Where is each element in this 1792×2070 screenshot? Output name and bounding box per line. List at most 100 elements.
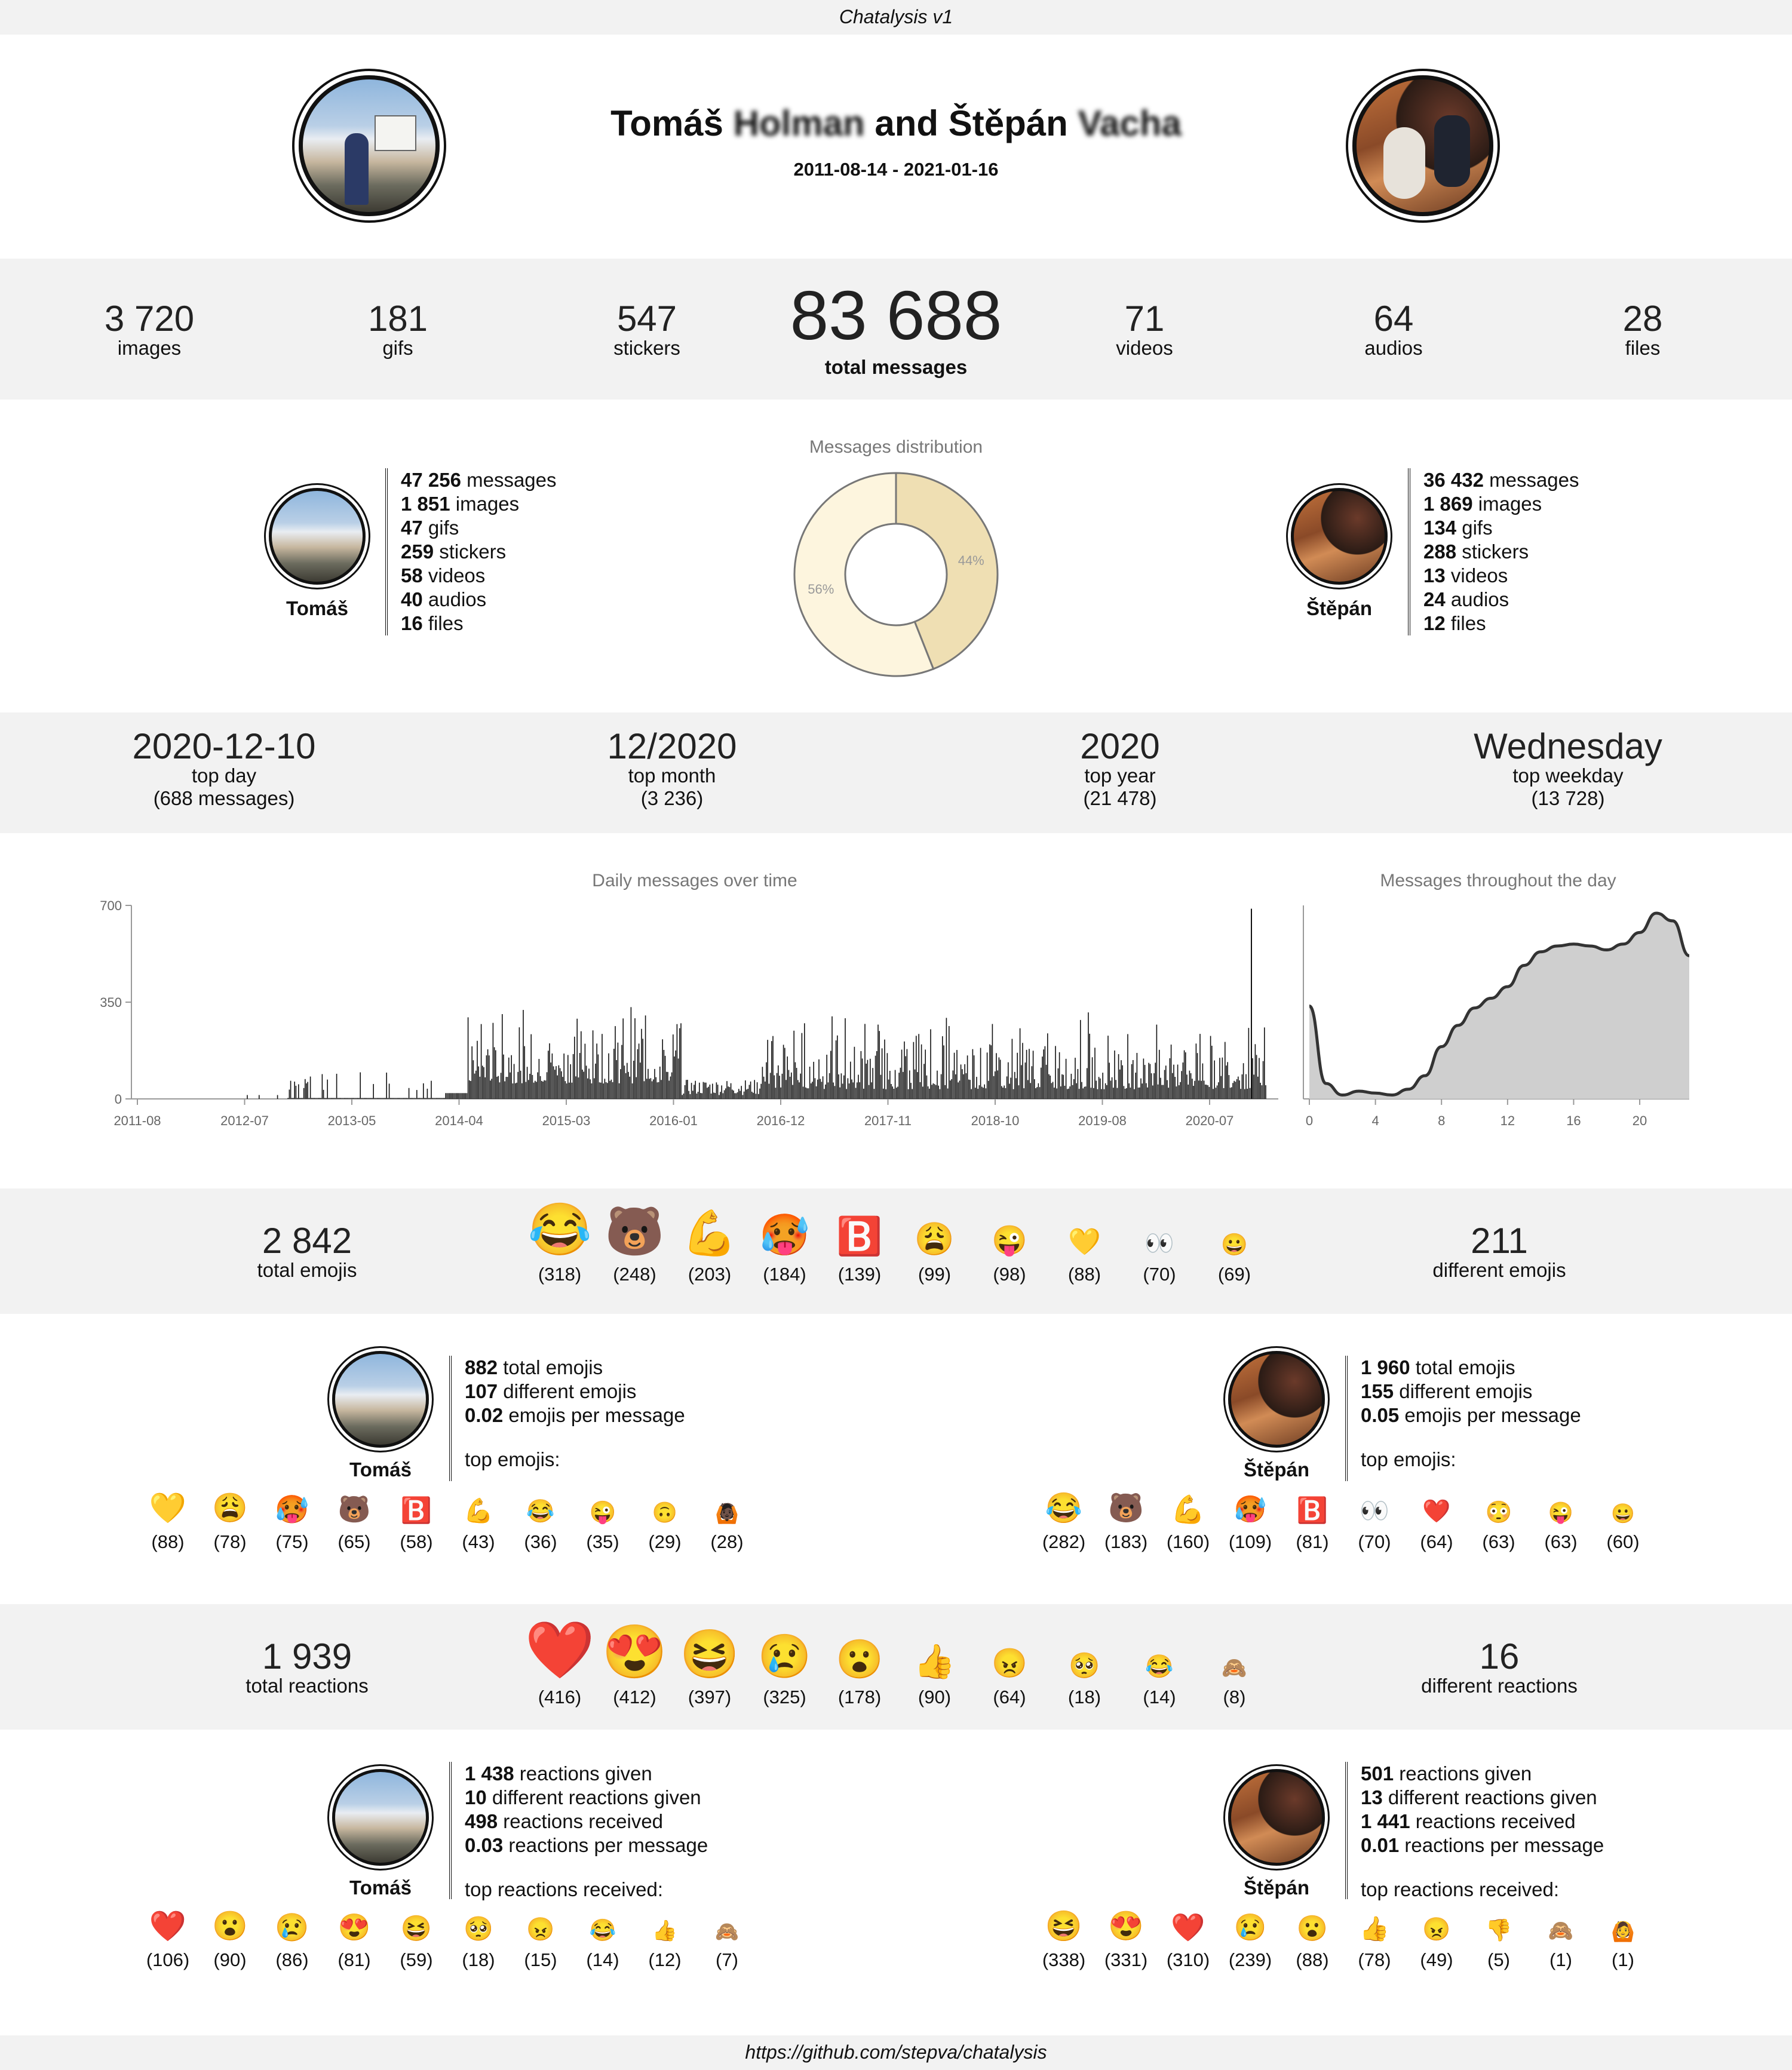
daily-bar [942,1036,943,1099]
user-b-emoji-name: Štěpán [1243,1458,1310,1481]
daily-bar [296,1098,298,1099]
user-b-emoji-per-msg: 0.05 emojis per message [1361,1404,1581,1426]
reaction-top-item: 😠 (64) [992,1622,1027,1708]
daily-bar [1244,1089,1245,1099]
daily-bar [662,1039,663,1099]
top-weekday-label: top weekday [1512,764,1624,787]
daily-bar [407,1098,409,1099]
user-a-emoji-emoji-icon: 😂 [526,1499,555,1524]
daily-bar [397,1098,398,1099]
daily-bar [450,1093,452,1099]
reaction-top-count: (90) [918,1687,952,1707]
daily-bar [1144,1065,1146,1099]
total-gifs-value: 181 [367,299,428,339]
daily-bar [653,1079,654,1099]
total-gifs-label: gifs [382,337,413,359]
daily-bar [1056,1088,1057,1099]
daily-bar [441,1098,443,1099]
daily-bar [462,1093,464,1099]
reaction-top-item: 🥺 (18) [1068,1622,1101,1708]
daily-bar [483,1067,484,1099]
reaction-top-item: ❤️ (416) [524,1622,594,1708]
daily-bar [546,1072,548,1099]
user-b-reactions-given: 501 reactions given [1361,1762,1532,1785]
user-b-reaction-count: (338) [1042,1949,1086,1970]
daily-bar [609,1080,610,1099]
daily-bar [956,1050,958,1099]
daily-bar [404,1098,406,1099]
daily-bar [617,1042,619,1099]
emoji-top-item: 😜 (98) [992,1204,1027,1285]
daily-bar [1011,1039,1013,1099]
daily-bar [1041,1067,1042,1099]
user-a-emoji-item: 🙃 (29) [648,1493,681,1553]
daily-bar [947,1088,949,1099]
daily-bar [756,1082,758,1099]
daily-bar [965,1073,967,1099]
daily-bar [584,1043,586,1099]
daily-bar [344,1098,345,1099]
daily-bar [1072,1085,1073,1099]
daily-bar [1014,1071,1015,1099]
emoji-top-item: 😀 (69) [1218,1204,1251,1285]
daily-bar [980,1048,981,1099]
daily-bar [388,1083,390,1099]
user-a-reaction-emoji-icon: 🙈 [715,1921,739,1942]
daily-bar [916,1036,917,1099]
daily-bar [496,1076,498,1099]
daily-bar [320,1098,321,1099]
total-files-label: files [1625,337,1661,359]
daily-bar [478,1066,479,1099]
daily-bar [445,1093,446,1099]
daily-bar [1050,1075,1051,1099]
daily-bar [697,1092,699,1099]
daily-bar [1006,1076,1008,1099]
daily-bar [737,1092,738,1099]
daily-bar [783,1045,784,1099]
daily-bar [1179,1085,1180,1099]
reaction-top-item: 😢 (325) [758,1622,812,1708]
daily-bar [1127,1034,1128,1099]
daily-bar [486,1055,487,1099]
daily-bar [826,1054,827,1099]
daily-bar [1177,1064,1179,1099]
user-b-emoji-count: (81) [1296,1531,1329,1552]
daily-bar [1017,1052,1018,1099]
daily-bar [1103,1089,1105,1099]
daily-bar [714,1093,716,1099]
daily-bar [689,1094,691,1099]
daily-bar [395,1098,397,1099]
daily-bar [719,1095,720,1099]
daily-bar [1115,1080,1116,1099]
user-b-images: 1 869 images [1423,493,1542,515]
donut-label-1: 44% [958,553,984,568]
user-a-reaction-count: (81) [337,1949,371,1970]
daily-bar [872,1068,873,1099]
daily-bar [391,1098,392,1099]
total-audios-label: audios [1364,337,1423,359]
user-a-emoji-emoji-icon: 🙃 [652,1501,678,1524]
daily-bar [328,1098,330,1099]
daily-bar [507,1077,508,1099]
daily-bar [1260,1082,1261,1099]
daily-bar [728,1086,729,1099]
daily-bar [1045,1064,1047,1099]
hourly-x-tick: 4 [1371,1113,1379,1128]
daily-bar [857,1082,858,1099]
daily-bar [834,1086,836,1099]
daily-bar [1096,1080,1097,1099]
user-a-reaction-count: (90) [213,1949,247,1970]
user-b-emoji-item: 💪 (160) [1167,1493,1210,1553]
daily-bar [989,1044,990,1099]
daily-bar [293,1098,294,1099]
daily-bar [802,1086,804,1099]
daily-bar [811,1083,812,1099]
daily-bar [367,1098,369,1099]
user-a-reactions-different: 10 different reactions given [465,1786,701,1808]
daily-bar [1043,1049,1044,1099]
daily-bar [851,1079,852,1099]
daily-x-tick: 2011-08 [113,1113,161,1128]
daily-bar [896,1088,897,1099]
footer-link[interactable]: https://github.com/stepva/chatalysis [745,2041,1047,2063]
daily-bar [520,1070,521,1099]
